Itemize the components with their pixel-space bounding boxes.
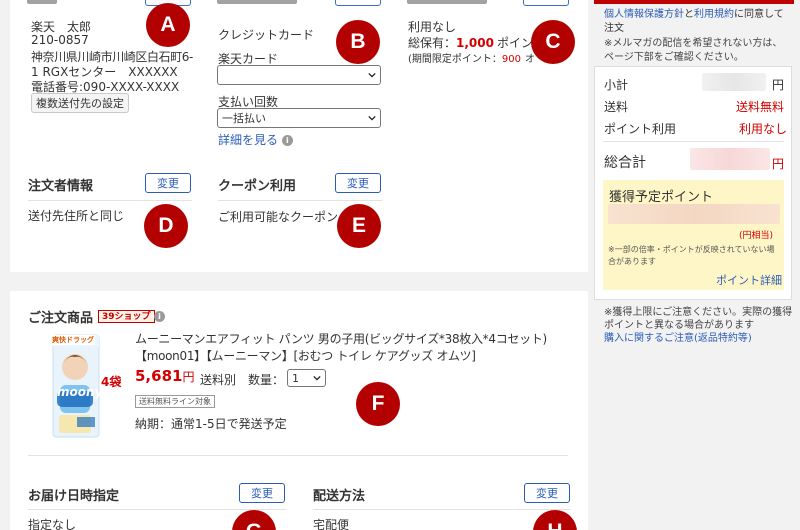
- chevron-down-icon: [368, 115, 376, 121]
- multi-destination-button[interactable]: 複数送付先の設定: [31, 93, 129, 113]
- divider: [603, 141, 784, 142]
- price-unit: 円: [182, 370, 195, 384]
- payment-change-button[interactable]: [335, 0, 381, 6]
- delivery-estimate: 納期：通常1-5日で発送予定: [135, 417, 287, 431]
- payment-detail-link[interactable]: 詳細を見る i: [218, 131, 293, 148]
- subtotal-unit: 円: [772, 78, 785, 92]
- orderer-change-button[interactable]: 変更: [145, 173, 191, 193]
- purchase-notes-link[interactable]: 購入に関するご注意(返品特約等): [604, 333, 752, 344]
- subtotal-value-blurred: [702, 73, 766, 91]
- product-name-line1[interactable]: ムーニーマンエアフィット パンツ 男の子用(ビッグサイズ*38枚入*4コセット): [135, 330, 547, 347]
- points-limited-unit: オ: [525, 54, 535, 65]
- order-button-edge[interactable]: [594, 0, 794, 4]
- points-use-label: ポイント利用: [604, 122, 677, 136]
- pack-brand-label: moony: [57, 385, 103, 399]
- points-limited-value: 900: [501, 54, 521, 65]
- delivery-date-title: お届け日時指定: [28, 489, 120, 504]
- points-total-label: 総保有：: [408, 36, 457, 50]
- earn-points-unit: (円相当): [739, 231, 774, 241]
- divider: [218, 200, 382, 201]
- annotation-marker-a: A: [146, 3, 190, 47]
- delivery-date-change-button[interactable]: 変更: [239, 483, 285, 503]
- order-items-title-text: ご注文商品: [28, 311, 94, 326]
- shipping-zip: 210-0857: [31, 33, 89, 47]
- quantity-select[interactable]: 1: [287, 369, 326, 387]
- shop-badge: 39ショップ: [98, 310, 155, 323]
- annotation-marker-d: D: [144, 204, 188, 248]
- coupon-change-button[interactable]: 変更: [335, 173, 381, 193]
- orderer-value: 送付先住所と同じ: [28, 209, 125, 223]
- shipping-fee-value: 送料無料: [736, 100, 785, 114]
- points-cap-note: ※獲得上限にご注意ください。実際の獲得 ポイントと異なる場合があります 購入に関…: [604, 306, 792, 345]
- info-icon: i: [281, 135, 293, 146]
- pack-store-label: 爽快ドラッグ: [51, 335, 95, 345]
- chevron-down-icon: [313, 375, 321, 381]
- points-cap-line2: ポイントと異なる場合があります: [604, 320, 754, 331]
- divider: [313, 509, 571, 510]
- points-limited: (期間限定ポイント：900 オ: [408, 50, 535, 65]
- delivery-method-title: 配送方法: [313, 489, 366, 504]
- delivery-date-value: 指定なし: [28, 518, 77, 530]
- delivery-method-change-button[interactable]: 変更: [524, 483, 570, 503]
- pack-count-label: 4袋: [101, 375, 122, 389]
- coupon-title: クーポン利用: [218, 179, 297, 194]
- delivery-method-value: 宅配便: [313, 518, 350, 530]
- order-items-title: ご注文商品: [28, 307, 93, 326]
- earn-note-line1: ※一部の倍率・ポイントが反映されていない場: [608, 245, 775, 254]
- points-total-unit: ポイン: [496, 36, 533, 50]
- earn-note-line2: 合があります: [608, 257, 656, 266]
- free-shipping-tag: 送料無料ライン対象: [135, 395, 215, 408]
- annotation-marker-c: C: [531, 20, 575, 64]
- subtotal-label: 小計: [604, 78, 629, 92]
- divider: [28, 200, 192, 201]
- payment-method: クレジットカード: [218, 28, 315, 42]
- points-limited-label: (期間限定ポイント：: [408, 54, 502, 65]
- chevron-down-icon: [368, 72, 376, 78]
- grand-total-value-blurred: [690, 148, 770, 170]
- earn-points-value-blurred: [608, 204, 780, 224]
- points-change-button[interactable]: [523, 0, 569, 6]
- points-detail-link[interactable]: ポイント詳細: [716, 272, 782, 288]
- privacy-policy-link[interactable]: 個人情報保護方針: [604, 9, 684, 20]
- price-value: 5,681: [135, 367, 183, 385]
- points-status: 利用なし: [408, 20, 457, 34]
- section-heading-cut: [27, 0, 57, 4]
- coupon-value: ご利用可能なクーポン: [218, 210, 339, 224]
- info-icon[interactable]: i: [154, 311, 165, 322]
- terms-notice: 個人情報保護方針と利用規約に同意して 注文: [604, 8, 784, 36]
- terms-notice-tail: に同意して: [734, 9, 784, 20]
- quantity-label: 数量：: [248, 373, 285, 387]
- installments-select[interactable]: 一括払い: [217, 108, 381, 128]
- terms-link[interactable]: 利用規約: [694, 9, 734, 20]
- terms-notice-tail2: 注文: [604, 23, 624, 34]
- grand-total-label: 総合計: [604, 155, 646, 171]
- payment-detail-link-text[interactable]: 詳細を見る: [218, 133, 278, 147]
- product-name-line2[interactable]: 【moon01】【ムーニーマン】[おむつ トイレ ケアグッズ オムツ]: [135, 347, 476, 364]
- mail-note: ※メルマガの配信を希望されない方は、 ページ下部をご確認ください。: [604, 37, 782, 65]
- terms-notice-mid: と: [684, 9, 694, 20]
- divider: [28, 455, 568, 456]
- shipping-note: 送料別: [200, 373, 237, 387]
- points-total-value: 1,000: [456, 36, 494, 50]
- card-select[interactable]: [217, 65, 381, 85]
- annotation-marker-f: F: [356, 382, 400, 426]
- mail-note-line2: ページ下部をご確認ください。: [604, 52, 744, 63]
- section-heading-cut: [407, 0, 487, 4]
- points-total: 総保有：1,000 ポイン: [408, 34, 533, 51]
- earn-points-note: ※一部の倍率・ポイントが反映されていない場 合があります: [608, 244, 774, 268]
- points-cap-line1: ※獲得上限にご注意ください。実際の獲得: [604, 307, 793, 318]
- shipping-fee-label: 送料: [604, 100, 629, 114]
- earn-points-title: 獲得予定ポイント: [609, 190, 714, 205]
- grand-total-unit: 円: [772, 157, 785, 171]
- product-image[interactable]: 爽快ドラッグ moony 4袋: [47, 333, 125, 439]
- annotation-marker-b: B: [336, 20, 380, 64]
- points-use-value: 利用なし: [739, 122, 788, 136]
- product-price: 5,681円: [135, 367, 194, 385]
- orderer-title: 注文者情報: [28, 179, 94, 194]
- mail-note-line1: ※メルマガの配信を希望されない方は、: [604, 38, 783, 49]
- annotation-marker-e: E: [337, 204, 381, 248]
- section-heading-cut: [217, 0, 297, 4]
